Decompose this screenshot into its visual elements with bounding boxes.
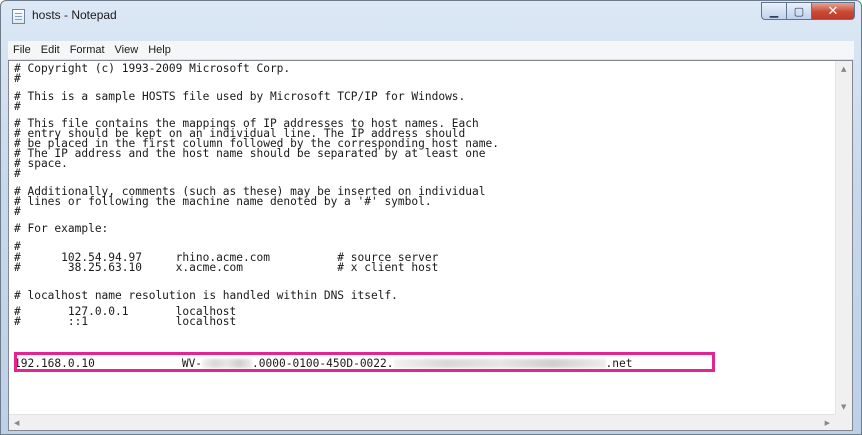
scroll-left-icon[interactable]: ◀: [14, 419, 19, 427]
text-line: #: [14, 100, 21, 113]
text-line: # localhost name resolution is handled w…: [14, 289, 398, 302]
text-editor[interactable]: # Copyright (c) 1993-2009 Microsoft Corp…: [8, 60, 853, 431]
title-bar[interactable]: hosts - Notepad ▁ ▢ ✕: [1, 1, 861, 31]
scroll-up-icon[interactable]: ▲: [841, 65, 846, 73]
minimize-button[interactable]: ▁: [761, 2, 787, 20]
notepad-window: hosts - Notepad ▁ ▢ ✕ File Edit Format V…: [0, 0, 862, 435]
scroll-down-icon[interactable]: ▼: [841, 403, 846, 411]
menu-bar: File Edit Format View Help: [8, 41, 854, 59]
text-line: # This is a sample HOSTS file used by Mi…: [14, 90, 466, 103]
minimize-icon: ▁: [769, 4, 779, 18]
size-grip[interactable]: [835, 414, 852, 430]
vertical-scrollbar[interactable]: ▲ ▼: [835, 61, 852, 415]
highlight-box: [14, 352, 715, 372]
close-icon: ✕: [827, 3, 839, 19]
menu-view[interactable]: View: [110, 44, 144, 56]
text-line: #: [14, 72, 21, 85]
text-line: #: [14, 167, 21, 180]
menu-edit[interactable]: Edit: [36, 44, 65, 56]
menu-file[interactable]: File: [8, 44, 36, 56]
horizontal-scrollbar[interactable]: ◀ ▶: [9, 414, 835, 430]
text-line: # For example:: [14, 222, 109, 235]
text-line: # The IP address and the host name shoul…: [14, 147, 486, 160]
text-line: # lines or following the machine name de…: [14, 195, 432, 208]
text-line: # 38.25.63.10 x.acme.com # x client host: [14, 261, 439, 274]
maximize-button[interactable]: ▢: [787, 2, 812, 20]
menu-format[interactable]: Format: [65, 44, 110, 56]
window-title: hosts - Notepad: [32, 8, 117, 22]
text-line: # ::1 localhost: [14, 315, 237, 328]
text-line: # space.: [14, 157, 68, 170]
notepad-icon[interactable]: [12, 9, 25, 24]
caption-buttons: ▁ ▢ ✕: [761, 2, 855, 21]
text-line: # Copyright (c) 1993-2009 Microsoft Corp…: [14, 62, 291, 75]
scroll-right-icon[interactable]: ▶: [825, 419, 830, 427]
maximize-icon: ▢: [793, 4, 805, 18]
text-line: #: [14, 205, 21, 218]
close-button[interactable]: ✕: [812, 2, 855, 20]
menu-help[interactable]: Help: [143, 44, 176, 56]
